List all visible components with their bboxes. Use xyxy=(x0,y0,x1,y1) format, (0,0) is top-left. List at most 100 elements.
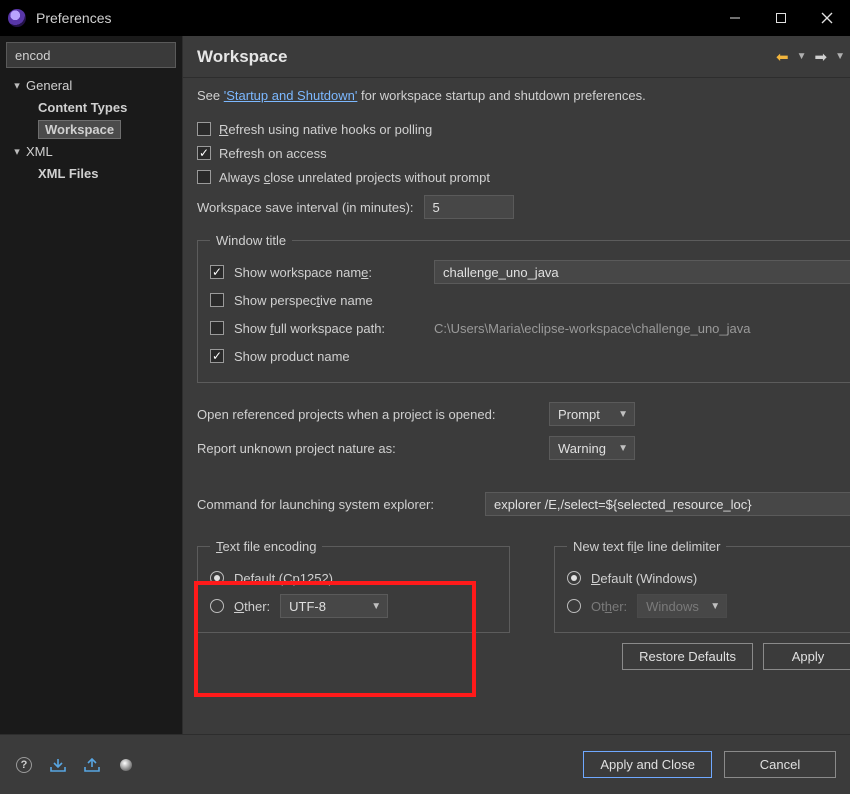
intro-text: See 'Startup and Shutdown' for workspace… xyxy=(197,88,850,103)
save-interval-row: Workspace save interval (in minutes): xyxy=(197,195,850,219)
nav-back-menu-icon[interactable]: ▼ xyxy=(797,51,807,62)
encoding-other-value: UTF-8 xyxy=(289,599,326,614)
tree-node-content-types[interactable]: Content Types xyxy=(6,96,182,118)
encoding-other-select[interactable]: UTF-8 ▼ xyxy=(280,594,388,618)
import-icon xyxy=(49,758,67,772)
full-path-text: C:\Users\Maria\eclipse-workspace\challen… xyxy=(434,321,751,336)
tree-node-xml[interactable]: ▾ XML xyxy=(6,140,182,162)
tree-node-label: General xyxy=(24,78,72,93)
close-unrelated-label: Always close unrelated projects without … xyxy=(219,170,490,185)
tree-node-label: XML xyxy=(24,144,53,159)
chevron-down-icon: ▾ xyxy=(10,79,24,92)
delimiter-other-select: Windows ▼ xyxy=(637,594,727,618)
explorer-cmd-label: Command for launching system explorer: xyxy=(197,497,475,512)
page-title: Workspace xyxy=(197,47,776,67)
export-icon xyxy=(83,758,101,772)
text-encoding-group: Text file encoding Default (Cp1252) Othe… xyxy=(197,539,510,633)
minimize-button[interactable] xyxy=(712,0,758,36)
delimiter-other-label: Other: xyxy=(591,599,627,614)
close-unrelated-checkbox[interactable] xyxy=(197,170,211,184)
delimiter-default-radio[interactable] xyxy=(567,571,581,585)
nav-back-icon[interactable]: ⬅ xyxy=(776,48,789,66)
window-title-group: Window title Show workspace name: Show p… xyxy=(197,233,850,383)
export-prefs-button[interactable] xyxy=(82,755,102,775)
intro-prefix: See xyxy=(197,88,224,103)
chevron-down-icon: ▼ xyxy=(371,601,381,612)
apply-and-close-button[interactable]: Apply and Close xyxy=(583,751,712,778)
maximize-button[interactable] xyxy=(758,0,804,36)
report-unknown-label: Report unknown project nature as: xyxy=(197,441,539,456)
report-unknown-select[interactable]: Warning ▼ xyxy=(549,436,635,460)
show-full-path-label: Show full workspace path: xyxy=(234,321,424,336)
cancel-button[interactable]: Cancel xyxy=(724,751,836,778)
chevron-down-icon: ▾ xyxy=(10,145,24,158)
refresh-native-row: Refresh using native hooks or polling xyxy=(197,117,850,141)
header-nav: ⬅ ▼ ➡ ▼ ⋯ xyxy=(776,48,850,66)
preferences-tree: ▾ General Content Types Workspace ▾ XML … xyxy=(6,74,182,184)
delimiter-other-radio[interactable] xyxy=(567,599,581,613)
encoding-other-label: Other: xyxy=(234,599,270,614)
workspace-name-input[interactable] xyxy=(434,260,850,284)
filter-input-wrap[interactable]: ✕ xyxy=(6,42,176,68)
chevron-down-icon: ▼ xyxy=(618,409,628,420)
chevron-down-icon: ▼ xyxy=(710,601,720,612)
delimiter-other-value: Windows xyxy=(646,599,699,614)
explorer-cmd-row: Command for launching system explorer: xyxy=(197,487,850,521)
save-interval-label: Workspace save interval (in minutes): xyxy=(197,200,414,215)
close-button[interactable] xyxy=(804,0,850,36)
refresh-access-row: Refresh on access xyxy=(197,141,850,165)
content-pane: Workspace ⬅ ▼ ➡ ▼ ⋯ See 'Startup and Shu… xyxy=(183,36,850,734)
show-workspace-name-label: Show workspace name: xyxy=(234,265,424,280)
restore-defaults-button[interactable]: Restore Defaults xyxy=(622,643,753,670)
titlebar: Preferences xyxy=(0,0,850,36)
window-title: Preferences xyxy=(36,10,712,26)
report-unknown-value: Warning xyxy=(558,441,606,456)
tree-node-xml-files[interactable]: XML Files xyxy=(6,162,182,184)
tree-node-general[interactable]: ▾ General xyxy=(6,74,182,96)
sidebar: ✕ ▾ General Content Types Workspace ▾ XM… xyxy=(0,36,183,734)
show-perspective-checkbox[interactable] xyxy=(210,293,224,307)
filter-input[interactable] xyxy=(13,47,193,64)
refresh-native-checkbox[interactable] xyxy=(197,122,211,136)
intro-suffix: for workspace startup and shutdown prefe… xyxy=(357,88,645,103)
line-delimiter-legend: New text file line delimiter xyxy=(567,539,726,554)
apply-button[interactable]: Apply xyxy=(763,643,850,670)
startup-shutdown-link[interactable]: 'Startup and Shutdown' xyxy=(224,88,358,103)
nav-forward-menu-icon[interactable]: ▼ xyxy=(835,51,845,62)
refresh-access-checkbox[interactable] xyxy=(197,146,211,160)
dialog-footer: ? Apply and Close Cancel xyxy=(0,734,850,794)
show-product-checkbox[interactable] xyxy=(210,349,224,363)
encoding-default-label: Default (Cp1252) xyxy=(234,571,333,586)
import-prefs-button[interactable] xyxy=(48,755,68,775)
explorer-cmd-input[interactable] xyxy=(485,492,850,516)
app-icon xyxy=(8,9,26,27)
close-unrelated-row: Always close unrelated projects without … xyxy=(197,165,850,189)
window-title-legend: Window title xyxy=(210,233,292,248)
help-icon: ? xyxy=(16,757,32,773)
tree-node-label: XML Files xyxy=(38,166,98,181)
nav-forward-icon[interactable]: ➡ xyxy=(815,48,828,66)
open-referenced-select[interactable]: Prompt ▼ xyxy=(549,402,635,426)
delimiter-default-label: Default (Windows) xyxy=(591,571,697,586)
show-product-label: Show product name xyxy=(234,349,350,364)
tree-node-label: Workspace xyxy=(38,120,121,139)
circle-icon xyxy=(120,759,132,771)
open-referenced-value: Prompt xyxy=(558,407,600,422)
show-perspective-label: Show perspective name xyxy=(234,293,373,308)
help-button[interactable]: ? xyxy=(14,755,34,775)
tree-node-workspace[interactable]: Workspace xyxy=(6,118,182,140)
open-referenced-row: Open referenced projects when a project … xyxy=(197,397,850,431)
content-header: Workspace ⬅ ▼ ➡ ▼ ⋯ xyxy=(183,36,850,78)
show-workspace-name-checkbox[interactable] xyxy=(210,265,224,279)
show-full-path-checkbox[interactable] xyxy=(210,321,224,335)
save-interval-input[interactable] xyxy=(424,195,514,219)
encoding-other-radio[interactable] xyxy=(210,599,224,613)
open-referenced-label: Open referenced projects when a project … xyxy=(197,407,539,422)
chevron-down-icon: ▼ xyxy=(618,443,628,454)
tree-node-label: Content Types xyxy=(38,100,127,115)
encoding-default-radio[interactable] xyxy=(210,571,224,585)
refresh-access-label: Refresh on access xyxy=(219,146,327,161)
report-unknown-row: Report unknown project nature as: Warnin… xyxy=(197,431,850,465)
oomph-button[interactable] xyxy=(116,755,136,775)
line-delimiter-group: New text file line delimiter Default (Wi… xyxy=(554,539,850,633)
